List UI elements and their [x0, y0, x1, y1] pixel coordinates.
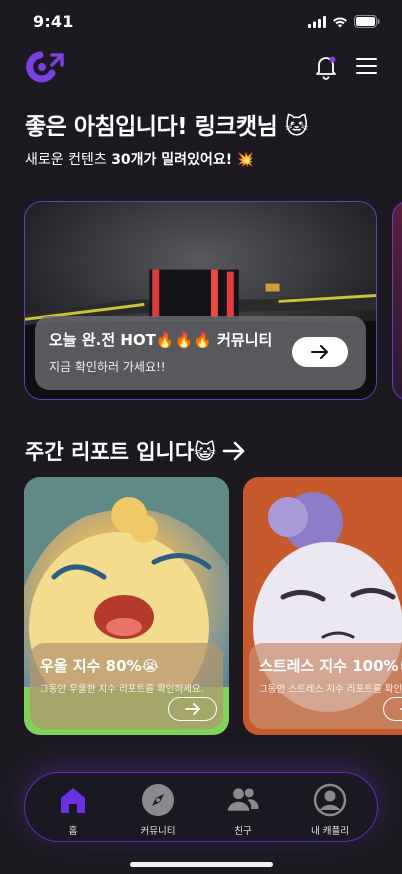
hero-info-panel: 오늘 완.전 HOT🔥🔥🔥 커뮤니티 지금 확인하러 가세요!! — [35, 316, 366, 390]
compass-icon — [142, 784, 174, 816]
hero-subtitle: 지금 확인하러 가세요!! — [49, 360, 166, 374]
next-hero-card[interactable] — [392, 201, 402, 400]
battery-icon — [354, 15, 380, 28]
report-title: 우울 지수 80%😭 — [40, 657, 160, 675]
arrow-right-icon — [184, 703, 200, 715]
cellular-signal-icon — [308, 15, 326, 28]
friends-icon — [227, 788, 259, 811]
greeting-sub-prefix: 새로운 컨텐츠 — [25, 152, 112, 168]
tab-label: 홈 — [68, 826, 78, 837]
wifi-icon — [333, 17, 347, 27]
status-bar: 9:41 — [0, 0, 402, 44]
tab-my-profile[interactable]: 내 캐플리 — [295, 783, 365, 839]
home-icon — [61, 788, 85, 813]
hero-go-button[interactable] — [292, 337, 348, 367]
tab-friends[interactable]: 친구 — [208, 783, 278, 839]
report-info-panel: 우울 지수 80%😭 그동안 우울한 지수 리포트를 확인하세요. — [30, 643, 223, 729]
hamburger-menu-icon[interactable] — [356, 57, 377, 75]
home-indicator[interactable] — [130, 862, 273, 867]
report-description: 그동안 우울한 지수 리포트를 확인하세요. — [40, 684, 204, 695]
tab-label: 커뮤니티 — [140, 826, 176, 837]
report-go-button[interactable] — [383, 697, 402, 721]
tab-community[interactable]: 커뮤니티 — [123, 783, 193, 839]
hot-community-card[interactable]: 오늘 완.전 HOT🔥🔥🔥 커뮤니티 지금 확인하러 가세요!! — [24, 201, 377, 400]
bottom-tab-bar: 홈 커뮤니티 친구 내 캐플리 — [24, 772, 378, 842]
weekly-report-header[interactable]: 주간 리포트 입니다😺 — [25, 436, 246, 466]
tab-label: 친구 — [234, 826, 252, 837]
greeting-title: 좋은 아침입니다! 링크캣님 🐱 — [25, 114, 309, 140]
weekly-report-title: 주간 리포트 입니다😺 — [25, 440, 217, 464]
report-card-depression[interactable]: 우울 지수 80%😭 그동안 우울한 지수 리포트를 확인하세요. — [24, 477, 229, 735]
status-time: 9:41 — [33, 12, 74, 31]
app-logo-icon[interactable] — [26, 51, 66, 83]
arrow-right-icon — [311, 345, 328, 359]
greeting-sub-count: 30개가 밀려있어요! — [111, 152, 233, 168]
tab-label: 내 캐플리 — [311, 826, 349, 837]
arrow-right-icon — [222, 441, 245, 461]
report-info-panel: 스트레스 지수 100%💀 그동안 스트레스 지수 리포트를 확인하세요. — [249, 643, 402, 729]
bell-icon[interactable] — [313, 54, 339, 80]
header — [0, 48, 402, 88]
hero-title: 오늘 완.전 HOT🔥🔥🔥 커뮤니티 — [49, 331, 273, 349]
report-title: 스트레스 지수 100%💀 — [259, 657, 402, 675]
greeting-subtitle: 새로운 컨텐츠 30개가 밀려있어요! 💥 — [25, 149, 254, 169]
report-go-button[interactable] — [168, 697, 217, 721]
report-description: 그동안 스트레스 지수 리포트를 확인하세요. — [259, 684, 402, 695]
tab-home[interactable]: 홈 — [38, 783, 108, 839]
greeting-sub-suffix: 💥 — [232, 152, 254, 168]
profile-icon — [313, 783, 347, 817]
report-card-stress[interactable]: 스트레스 지수 100%💀 그동안 스트레스 지수 리포트를 확인하세요. — [243, 477, 402, 735]
status-icons — [308, 15, 380, 28]
